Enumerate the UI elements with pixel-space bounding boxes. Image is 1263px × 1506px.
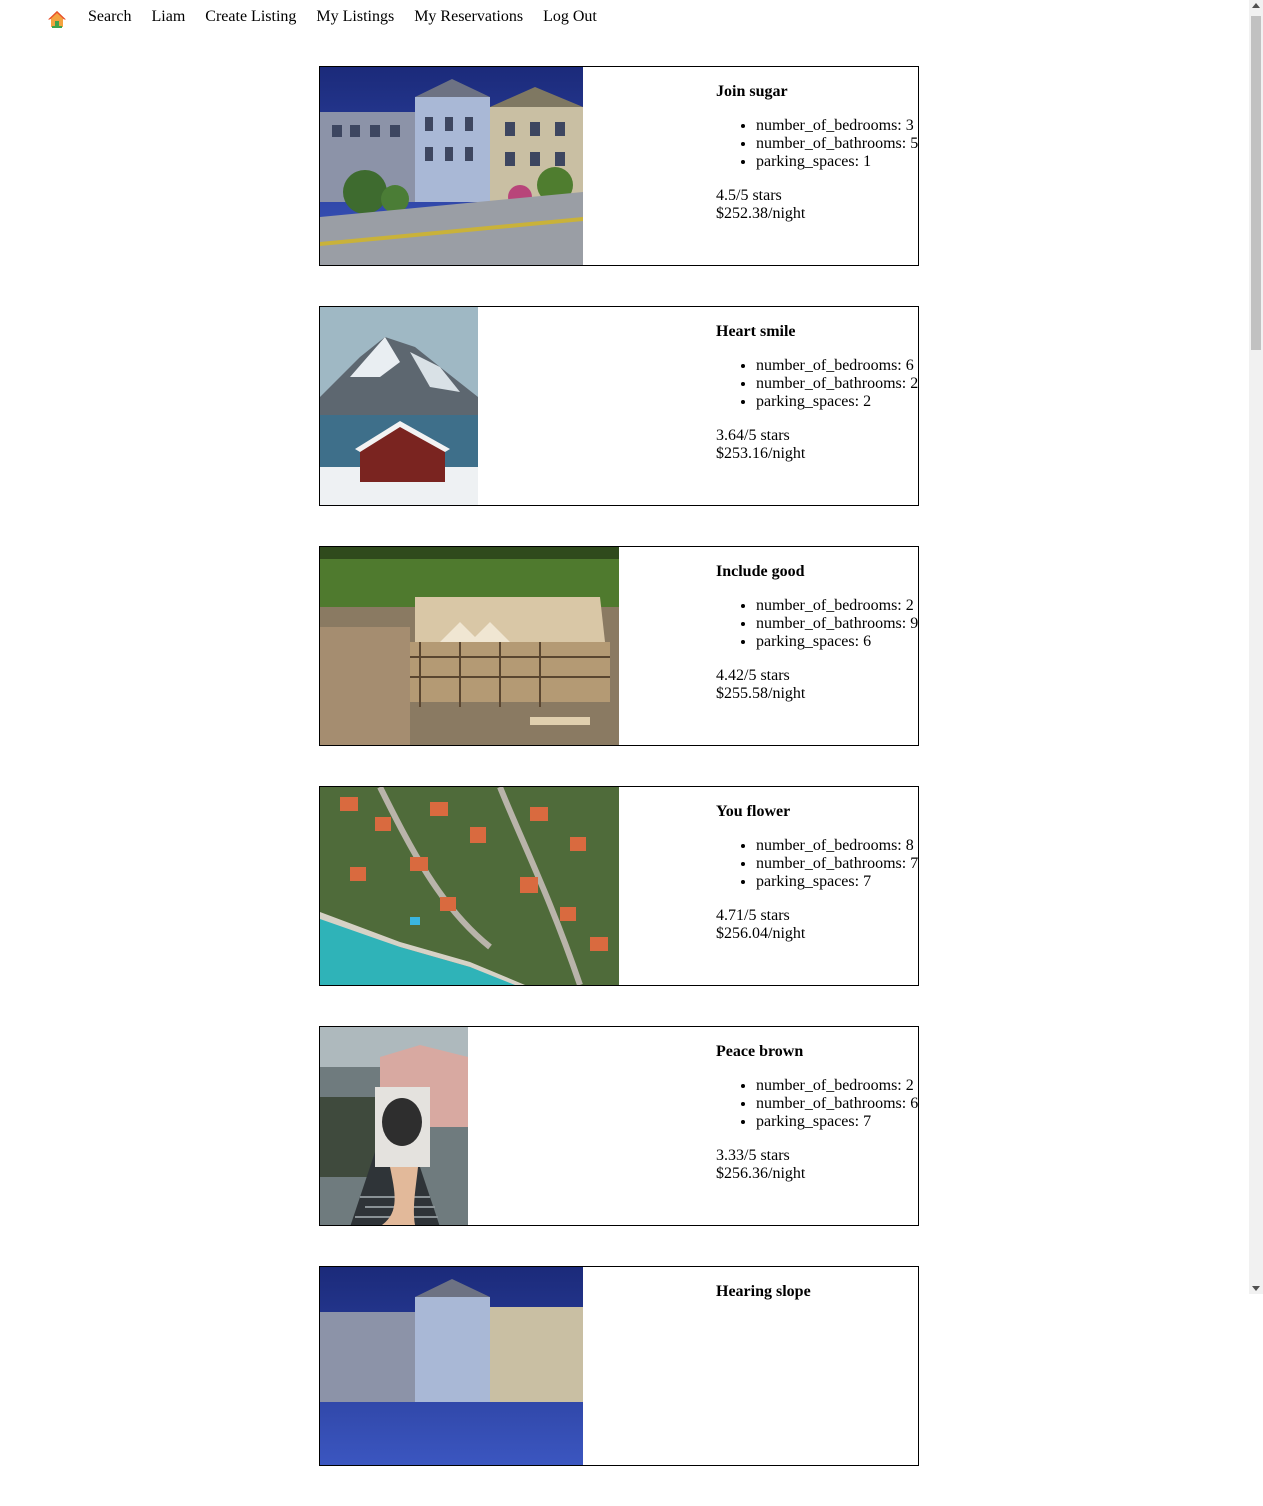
- listing-info: Hearing slope: [716, 1283, 918, 1317]
- feature-item: number_of_bedrooms: 6: [756, 357, 918, 375]
- feature-list: number_of_bedrooms: 2 number_of_bathroom…: [716, 597, 918, 651]
- listing-info: You flower number_of_bedrooms: 8 number_…: [716, 803, 918, 943]
- feature-item: number_of_bedrooms: 3: [756, 117, 918, 135]
- listing-title[interactable]: Heart smile: [716, 323, 918, 341]
- feature-item: number_of_bedrooms: 2: [756, 597, 918, 615]
- feature-item: number_of_bathrooms: 5: [756, 135, 918, 153]
- scroll-down-icon[interactable]: [1252, 1286, 1260, 1291]
- feature-item: parking_spaces: 7: [756, 1113, 918, 1131]
- townhouses-photo: [320, 67, 583, 265]
- feature-item: number_of_bathrooms: 2: [756, 375, 918, 393]
- listing-price: $256.36/night: [716, 1165, 806, 1182]
- listing-price: $256.04/night: [716, 925, 806, 942]
- nav-link-create-listing[interactable]: Create Listing: [205, 8, 296, 26]
- feature-item: number_of_bedrooms: 8: [756, 837, 918, 855]
- feature-list: number_of_bedrooms: 3 number_of_bathroom…: [716, 117, 918, 171]
- feature-list: number_of_bedrooms: 2 number_of_bathroom…: [716, 1077, 918, 1131]
- feature-item: number_of_bathrooms: 9: [756, 615, 918, 633]
- listing-info: Peace brown number_of_bedrooms: 2 number…: [716, 1043, 918, 1183]
- nav-link-user[interactable]: Liam: [152, 8, 186, 26]
- listing-title[interactable]: Join sugar: [716, 83, 918, 101]
- listing-info: Include good number_of_bedrooms: 2 numbe…: [716, 563, 918, 703]
- nav-link-search[interactable]: Search: [88, 8, 132, 26]
- listing-title[interactable]: Include good: [716, 563, 918, 581]
- listing-rating: 3.64/5 stars: [716, 427, 790, 444]
- feature-item: number_of_bathrooms: 6: [756, 1095, 918, 1113]
- hand-held-photo: [320, 1027, 468, 1225]
- feature-item: parking_spaces: 7: [756, 873, 918, 891]
- scroll-up-icon[interactable]: [1252, 3, 1260, 8]
- house-icon[interactable]: [48, 10, 66, 28]
- listing-title[interactable]: Peace brown: [716, 1043, 918, 1061]
- listing-rating: 4.5/5 stars: [716, 187, 782, 204]
- listing-card[interactable]: Include good number_of_bedrooms: 2 numbe…: [319, 546, 919, 746]
- listing-info: Heart smile number_of_bedrooms: 6 number…: [716, 323, 918, 463]
- mountain-cabin-photo: [320, 307, 478, 505]
- listing-card[interactable]: Hearing slope: [319, 1266, 919, 1466]
- feature-list: number_of_bedrooms: 6 number_of_bathroom…: [716, 357, 918, 411]
- scrollbar[interactable]: [1249, 0, 1263, 1294]
- scrollbar-thumb[interactable]: [1251, 16, 1261, 350]
- listing-title[interactable]: Hearing slope: [716, 1283, 918, 1301]
- listing-card[interactable]: Join sugar number_of_bedrooms: 3 number_…: [319, 66, 919, 266]
- listing-price: $253.16/night: [716, 445, 806, 462]
- nav-link-my-reservations[interactable]: My Reservations: [414, 8, 523, 26]
- feature-item: parking_spaces: 2: [756, 393, 918, 411]
- townhouses-photo: [320, 1267, 583, 1465]
- feature-item: number_of_bathrooms: 7: [756, 855, 918, 873]
- listing-list: Join sugar number_of_bedrooms: 3 number_…: [319, 66, 919, 1506]
- aerial-village-photo: [320, 787, 619, 985]
- feature-item: parking_spaces: 1: [756, 153, 918, 171]
- nav-link-my-listings[interactable]: My Listings: [316, 8, 394, 26]
- listing-price: $255.58/night: [716, 685, 806, 702]
- construction-site-photo: [320, 547, 619, 745]
- top-nav: Search Liam Create Listing My Listings M…: [0, 0, 1249, 36]
- listing-rating: 4.71/5 stars: [716, 907, 790, 924]
- feature-item: number_of_bedrooms: 2: [756, 1077, 918, 1095]
- listing-card[interactable]: You flower number_of_bedrooms: 8 number_…: [319, 786, 919, 986]
- listing-price: $252.38/night: [716, 205, 806, 222]
- listing-card[interactable]: Peace brown number_of_bedrooms: 2 number…: [319, 1026, 919, 1226]
- listing-title[interactable]: You flower: [716, 803, 918, 821]
- nav-link-log-out[interactable]: Log Out: [543, 8, 597, 26]
- feature-list: number_of_bedrooms: 8 number_of_bathroom…: [716, 837, 918, 891]
- listing-info: Join sugar number_of_bedrooms: 3 number_…: [716, 83, 918, 223]
- listing-card[interactable]: Heart smile number_of_bedrooms: 6 number…: [319, 306, 919, 506]
- listing-rating: 3.33/5 stars: [716, 1147, 790, 1164]
- listing-rating: 4.42/5 stars: [716, 667, 790, 684]
- feature-item: parking_spaces: 6: [756, 633, 918, 651]
